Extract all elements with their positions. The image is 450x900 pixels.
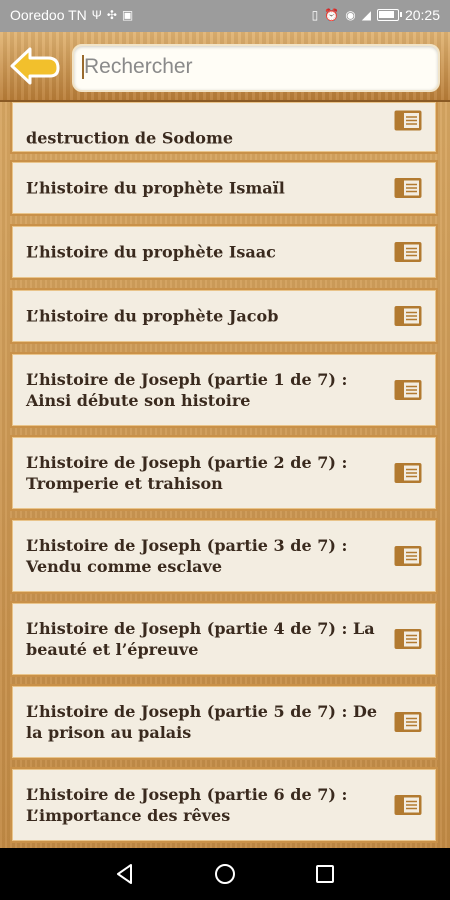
book-icon bbox=[394, 242, 422, 262]
status-time: 20:25 bbox=[404, 7, 440, 23]
alarm-icon: ⏰ bbox=[324, 8, 340, 22]
book-icon bbox=[394, 795, 422, 815]
back-triangle-icon[interactable] bbox=[113, 862, 137, 886]
usb-icon: Ψ bbox=[91, 8, 102, 22]
story-list[interactable]: destruction de Sodome L’histoire du prop… bbox=[0, 102, 450, 848]
list-item[interactable]: L’histoire de Joseph (partie 2 de 7) : T… bbox=[10, 435, 438, 511]
list-item-title: L’histoire du prophète Jacob bbox=[26, 306, 279, 326]
back-arrow-icon bbox=[10, 47, 60, 85]
text-caret bbox=[82, 55, 84, 79]
book-icon bbox=[394, 463, 422, 483]
search-box[interactable] bbox=[72, 44, 440, 92]
wifi-icon: ◢ bbox=[361, 8, 371, 22]
book-icon bbox=[394, 629, 422, 649]
list-item[interactable]: L’histoire de Joseph (partie 5 de 7) : D… bbox=[10, 684, 438, 760]
app-container: destruction de Sodome L’histoire du prop… bbox=[0, 32, 450, 848]
list-item-title: L’histoire du prophète Ismaïl bbox=[26, 178, 285, 198]
settings-icon: ✣ bbox=[106, 8, 117, 22]
vibrate-icon: ▯ bbox=[311, 8, 319, 22]
battery-icon bbox=[376, 9, 402, 21]
list-item-title: L’histoire de Joseph (partie 1 de 7) : A… bbox=[26, 370, 348, 410]
home-circle-icon[interactable] bbox=[213, 862, 237, 886]
recents-square-icon[interactable] bbox=[313, 862, 337, 886]
list-item[interactable]: L’histoire du prophète Jacob bbox=[10, 288, 438, 344]
list-item-title: L’histoire de Joseph (partie 4 de 7) : L… bbox=[26, 619, 375, 659]
list-item[interactable]: L’histoire du prophète Ismaïl bbox=[10, 160, 438, 216]
header-bar bbox=[0, 32, 450, 102]
list-item[interactable]: L’histoire de Joseph (partie 6 de 7) : L… bbox=[10, 767, 438, 843]
list-item[interactable]: L’histoire du prophète Isaac bbox=[10, 224, 438, 280]
status-bar: Ooredoo TN Ψ ✣ ▣ ▯ ⏰ ◉ ◢ 20:25 bbox=[0, 0, 450, 32]
book-icon bbox=[394, 712, 422, 732]
search-input[interactable] bbox=[82, 46, 426, 88]
carrier-name: Ooredoo TN bbox=[10, 7, 87, 23]
list-item-title: L’histoire de Joseph (partie 6 de 7) : L… bbox=[26, 785, 348, 825]
back-button[interactable] bbox=[8, 44, 62, 88]
book-icon bbox=[394, 178, 422, 198]
navigation-bar bbox=[0, 848, 450, 900]
book-icon bbox=[394, 380, 422, 400]
eye-icon: ◉ bbox=[345, 8, 356, 22]
list-item-title: L’histoire de Joseph (partie 3 de 7) : V… bbox=[26, 536, 348, 576]
book-icon bbox=[394, 546, 422, 566]
list-item[interactable]: L’histoire de Joseph (partie 3 de 7) : V… bbox=[10, 518, 438, 594]
list-item-title: L’histoire de Joseph (partie 5 de 7) : D… bbox=[26, 702, 377, 742]
list-item[interactable]: destruction de Sodome bbox=[10, 102, 438, 154]
list-item[interactable]: L’histoire de Joseph (partie 4 de 7) : L… bbox=[10, 601, 438, 677]
list-item-title: L’histoire du prophète Isaac bbox=[26, 242, 276, 262]
list-item[interactable]: L’histoire de Joseph (partie 1 de 7) : A… bbox=[10, 352, 438, 428]
list-item-title: L’histoire de Joseph (partie 2 de 7) : T… bbox=[26, 453, 348, 493]
list-item-title: destruction de Sodome bbox=[26, 128, 234, 148]
book-icon bbox=[394, 110, 422, 131]
book-icon bbox=[394, 306, 422, 326]
video-icon: ▣ bbox=[121, 8, 134, 22]
